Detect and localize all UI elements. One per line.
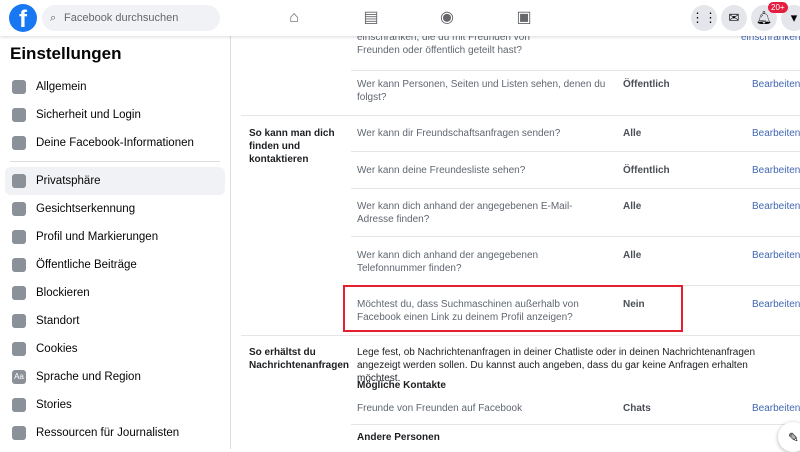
sidebar-item-informationen[interactable]: Deine Facebook-Informationen xyxy=(5,129,225,157)
edit-link[interactable]: Bearbeiten xyxy=(752,402,800,415)
section-title-find: So kann man dich finden und kontaktieren xyxy=(249,128,335,165)
globe-icon xyxy=(12,258,26,272)
setting-value: Alle xyxy=(623,128,642,139)
setting-value: Alle xyxy=(623,201,642,212)
sidebar-item-profil[interactable]: Profil und Markierungen xyxy=(5,223,225,251)
section-title-messages: So erhältst du Nachrichtenanfragen xyxy=(249,347,350,371)
sidebar-item-label: Cookies xyxy=(36,343,78,355)
sidebar-item-label: Stories xyxy=(36,399,72,411)
sidebar-item-label: Allgemein xyxy=(36,81,87,93)
gaming-icon[interactable]: ▣ xyxy=(514,8,534,28)
settings-sidebar: Einstellungen Allgemein Sicherheit und L… xyxy=(0,36,231,449)
sidebar-item-label: Öffentliche Beiträge xyxy=(36,259,137,271)
messenger-icon[interactable]: ✉ xyxy=(721,5,747,31)
row-divider xyxy=(351,151,800,152)
gear-icon xyxy=(12,80,26,94)
question-text: Wer kann dich anhand der angegebenen Tel… xyxy=(357,250,539,274)
book-icon xyxy=(12,398,26,412)
sidebar-item-blockieren[interactable]: Blockieren xyxy=(5,279,225,307)
sidebar-item-stories[interactable]: Stories xyxy=(5,391,225,419)
sidebar-item-cookies[interactable]: Cookies xyxy=(5,335,225,363)
question-text: Wer kann dir Freundschaftsanfragen sende… xyxy=(357,128,561,139)
sidebar-item-label: Deine Facebook-Informationen xyxy=(36,137,194,149)
question-text: Freunde von Freunden auf Facebook xyxy=(357,403,523,414)
setting-value: Öffentlich xyxy=(623,79,670,90)
edit-link[interactable]: Bearbeiten xyxy=(752,249,800,262)
question-text: Möchtest du, dass Suchmaschinen außerhal… xyxy=(357,299,579,323)
question-text: einschränken, die du mit Freunden von Fre… xyxy=(357,36,530,56)
search-icon: ⌕ xyxy=(50,12,57,24)
notifications-badge: 20+ xyxy=(768,2,788,13)
sidebar-item-sicherheit[interactable]: Sicherheit und Login xyxy=(5,101,225,129)
cookie-icon xyxy=(12,342,26,356)
home-icon[interactable]: ⌂ xyxy=(284,8,304,28)
tag-icon xyxy=(12,230,26,244)
new-message-icon[interactable]: ✎ xyxy=(778,422,800,452)
menu-grid-icon[interactable]: ⋮⋮ xyxy=(691,5,717,31)
edit-link[interactable]: Bearbeiten xyxy=(752,200,800,213)
sidebar-item-beitraege[interactable]: Öffentliche Beiträge xyxy=(5,251,225,279)
sidebar-item-label: Standort xyxy=(36,315,80,327)
section-divider xyxy=(241,115,800,116)
row-divider xyxy=(351,236,800,237)
top-bar: f ⌕ Facebook durchsuchen ⌂ ▤ ◉ ▣ ⋮⋮ ✉ 🔔︎ … xyxy=(0,0,800,36)
subheading-possible-contacts: Mögliche Kontakte xyxy=(357,380,446,391)
lock-person-icon xyxy=(12,174,26,188)
edit-link[interactable]: einschränken xyxy=(741,36,800,44)
edit-link[interactable]: Bearbeiten xyxy=(752,164,800,177)
sidebar-item-journalisten[interactable]: Ressourcen für Journalisten xyxy=(5,419,225,447)
row-divider xyxy=(351,424,800,425)
edit-link[interactable]: Bearbeiten xyxy=(752,298,800,311)
sidebar-item-label: Sprache und Region xyxy=(36,371,141,383)
question-text: Wer kann Personen, Seiten und Listen seh… xyxy=(357,79,606,103)
sidebar-item-label: Ressourcen für Journalisten xyxy=(36,427,180,439)
groups-icon[interactable]: ◉ xyxy=(437,8,457,28)
shield-icon xyxy=(12,108,26,122)
row-divider xyxy=(351,70,800,71)
edit-link[interactable]: Bearbeiten xyxy=(752,127,800,140)
sidebar-divider xyxy=(10,161,220,162)
subheading-other-people: Andere Personen xyxy=(357,432,440,443)
sidebar-title: Einstellungen xyxy=(10,44,122,63)
edit-link[interactable]: Bearbeiten xyxy=(752,78,800,91)
setting-value: Öffentlich xyxy=(623,165,670,176)
question-text: Wer kann dich anhand der angegebenen E-M… xyxy=(357,201,573,225)
face-icon xyxy=(12,202,26,216)
search-placeholder: Facebook durchsuchen xyxy=(64,12,179,24)
language-icon: Aa xyxy=(12,370,26,384)
grid-icon xyxy=(12,136,26,150)
setting-value: Alle xyxy=(623,250,642,261)
row-divider xyxy=(351,188,800,189)
sidebar-item-standort[interactable]: Standort xyxy=(5,307,225,335)
sidebar-item-label: Blockieren xyxy=(36,287,90,299)
sidebar-item-label: Privatsphäre xyxy=(36,175,101,187)
privacy-settings-main: einschränken, die du mit Freunden von Fre… xyxy=(231,36,800,449)
section-divider xyxy=(241,335,800,336)
setting-value: Chats xyxy=(623,403,651,414)
sidebar-item-privatsphaere[interactable]: Privatsphäre xyxy=(5,167,225,195)
sidebar-item-label: Sicherheit und Login xyxy=(36,109,141,121)
sidebar-item-gesichtserkennung[interactable]: Gesichtserkennung xyxy=(5,195,225,223)
search-input[interactable]: ⌕ Facebook durchsuchen xyxy=(42,5,220,31)
block-user-icon xyxy=(12,286,26,300)
setting-value: Nein xyxy=(623,299,645,310)
sidebar-item-allgemein[interactable]: Allgemein xyxy=(5,73,225,101)
question-text: Wer kann deine Freundesliste sehen? xyxy=(357,165,526,176)
sidebar-item-sprache[interactable]: Aa Sprache und Region xyxy=(5,363,225,391)
sidebar-item-label: Gesichtserkennung xyxy=(36,203,136,215)
facebook-logo[interactable]: f xyxy=(9,4,37,32)
journalist-icon xyxy=(12,426,26,440)
location-icon xyxy=(12,314,26,328)
sidebar-item-label: Profil und Markierungen xyxy=(36,231,159,243)
marketplace-icon[interactable]: ▤ xyxy=(361,8,381,28)
